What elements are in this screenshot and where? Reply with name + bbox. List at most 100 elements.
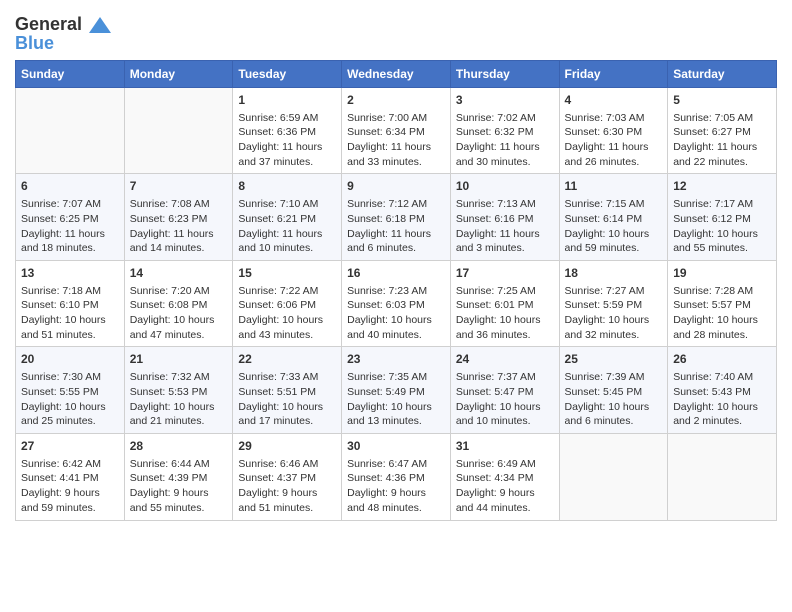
day-number: 20 xyxy=(21,351,119,368)
logo-blue: Blue xyxy=(15,33,111,54)
day-number: 4 xyxy=(565,92,663,109)
calendar-cell: 21 Sunrise: 7:32 AM Sunset: 5:53 PM Dayli… xyxy=(124,347,233,434)
day-number: 18 xyxy=(565,265,663,282)
day-number: 28 xyxy=(130,438,228,455)
day-number: 31 xyxy=(456,438,554,455)
day-info: Sunrise: 7:13 AM Sunset: 6:16 PM Dayligh… xyxy=(456,197,554,256)
column-header-tuesday: Tuesday xyxy=(233,60,342,87)
day-info: Sunrise: 7:32 AM Sunset: 5:53 PM Dayligh… xyxy=(130,370,228,429)
calendar-cell: 29 Sunrise: 6:46 AM Sunset: 4:37 PM Dayli… xyxy=(233,433,342,520)
day-info: Sunrise: 7:33 AM Sunset: 5:51 PM Dayligh… xyxy=(238,370,336,429)
calendar-cell: 30 Sunrise: 6:47 AM Sunset: 4:36 PM Dayli… xyxy=(342,433,451,520)
day-info: Sunrise: 7:22 AM Sunset: 6:06 PM Dayligh… xyxy=(238,284,336,343)
calendar-cell xyxy=(668,433,777,520)
calendar-cell: 3 Sunrise: 7:02 AM Sunset: 6:32 PM Daylig… xyxy=(450,87,559,174)
day-info: Sunrise: 7:20 AM Sunset: 6:08 PM Dayligh… xyxy=(130,284,228,343)
day-info: Sunrise: 7:35 AM Sunset: 5:49 PM Dayligh… xyxy=(347,370,445,429)
calendar-cell: 27Sunrise: 6:42 AM Sunset: 4:41 PM Dayli… xyxy=(16,433,125,520)
calendar-cell: 23 Sunrise: 7:35 AM Sunset: 5:49 PM Dayli… xyxy=(342,347,451,434)
day-number: 30 xyxy=(347,438,445,455)
calendar-cell: 7Sunrise: 7:08 AM Sunset: 6:23 PM Daylig… xyxy=(124,174,233,261)
day-info: Sunrise: 7:07 AM Sunset: 6:25 PM Dayligh… xyxy=(21,197,119,256)
day-number: 22 xyxy=(238,351,336,368)
calendar-cell: 4 Sunrise: 7:03 AM Sunset: 6:30 PM Daylig… xyxy=(559,87,668,174)
calendar-cell: 19 Sunrise: 7:28 AM Sunset: 5:57 PM Dayli… xyxy=(668,260,777,347)
logo-text: General xyxy=(15,15,111,35)
day-number: 23 xyxy=(347,351,445,368)
day-number: 11 xyxy=(565,178,663,195)
calendar-cell: 14 Sunrise: 7:20 AM Sunset: 6:08 PM Dayli… xyxy=(124,260,233,347)
calendar-cell: 6 Sunrise: 7:07 AM Sunset: 6:25 PM Daylig… xyxy=(16,174,125,261)
day-info: Sunrise: 7:39 AM Sunset: 5:45 PM Dayligh… xyxy=(565,370,663,429)
day-number: 9 xyxy=(347,178,445,195)
calendar-cell: 25 Sunrise: 7:39 AM Sunset: 5:45 PM Dayli… xyxy=(559,347,668,434)
calendar-cell xyxy=(559,433,668,520)
day-number: 5 xyxy=(673,92,771,109)
day-number: 16 xyxy=(347,265,445,282)
day-info: Sunrise: 7:28 AM Sunset: 5:57 PM Dayligh… xyxy=(673,284,771,343)
calendar-cell: 8 Sunrise: 7:10 AM Sunset: 6:21 PM Daylig… xyxy=(233,174,342,261)
column-header-saturday: Saturday xyxy=(668,60,777,87)
day-info: Sunrise: 6:44 AM Sunset: 4:39 PM Dayligh… xyxy=(130,457,228,516)
calendar-cell: 24Sunrise: 7:37 AM Sunset: 5:47 PM Dayli… xyxy=(450,347,559,434)
day-number: 29 xyxy=(238,438,336,455)
calendar-cell: 12 Sunrise: 7:17 AM Sunset: 6:12 PM Dayli… xyxy=(668,174,777,261)
calendar-cell: 20 Sunrise: 7:30 AM Sunset: 5:55 PM Dayli… xyxy=(16,347,125,434)
calendar-cell: 26 Sunrise: 7:40 AM Sunset: 5:43 PM Dayli… xyxy=(668,347,777,434)
day-info: Sunrise: 7:17 AM Sunset: 6:12 PM Dayligh… xyxy=(673,197,771,256)
day-number: 21 xyxy=(130,351,228,368)
calendar-cell: 28 Sunrise: 6:44 AM Sunset: 4:39 PM Dayli… xyxy=(124,433,233,520)
calendar-cell xyxy=(16,87,125,174)
calendar-cell: 18 Sunrise: 7:27 AM Sunset: 5:59 PM Dayli… xyxy=(559,260,668,347)
day-number: 19 xyxy=(673,265,771,282)
day-info: Sunrise: 7:15 AM Sunset: 6:14 PM Dayligh… xyxy=(565,197,663,256)
column-header-friday: Friday xyxy=(559,60,668,87)
day-info: Sunrise: 7:30 AM Sunset: 5:55 PM Dayligh… xyxy=(21,370,119,429)
day-number: 15 xyxy=(238,265,336,282)
calendar-cell: 17Sunrise: 7:25 AM Sunset: 6:01 PM Dayli… xyxy=(450,260,559,347)
day-number: 12 xyxy=(673,178,771,195)
calendar-cell xyxy=(124,87,233,174)
column-header-monday: Monday xyxy=(124,60,233,87)
day-info: Sunrise: 6:47 AM Sunset: 4:36 PM Dayligh… xyxy=(347,457,445,516)
day-info: Sunrise: 7:02 AM Sunset: 6:32 PM Dayligh… xyxy=(456,111,554,170)
day-info: Sunrise: 7:40 AM Sunset: 5:43 PM Dayligh… xyxy=(673,370,771,429)
calendar-cell: 13 Sunrise: 7:18 AM Sunset: 6:10 PM Dayli… xyxy=(16,260,125,347)
day-info: Sunrise: 7:18 AM Sunset: 6:10 PM Dayligh… xyxy=(21,284,119,343)
calendar-cell: 5 Sunrise: 7:05 AM Sunset: 6:27 PM Daylig… xyxy=(668,87,777,174)
day-info: Sunrise: 7:03 AM Sunset: 6:30 PM Dayligh… xyxy=(565,111,663,170)
day-number: 2 xyxy=(347,92,445,109)
day-info: Sunrise: 7:10 AM Sunset: 6:21 PM Dayligh… xyxy=(238,197,336,256)
column-header-wednesday: Wednesday xyxy=(342,60,451,87)
day-info: Sunrise: 6:46 AM Sunset: 4:37 PM Dayligh… xyxy=(238,457,336,516)
day-number: 1 xyxy=(238,92,336,109)
calendar-cell: 1 Sunrise: 6:59 AM Sunset: 6:36 PM Daylig… xyxy=(233,87,342,174)
header: General Blue xyxy=(15,10,777,54)
calendar-cell: 22 Sunrise: 7:33 AM Sunset: 5:51 PM Dayli… xyxy=(233,347,342,434)
calendar-cell: 2 Sunrise: 7:00 AM Sunset: 6:34 PM Daylig… xyxy=(342,87,451,174)
day-info: Sunrise: 7:12 AM Sunset: 6:18 PM Dayligh… xyxy=(347,197,445,256)
column-header-sunday: Sunday xyxy=(16,60,125,87)
day-number: 24 xyxy=(456,351,554,368)
day-number: 26 xyxy=(673,351,771,368)
day-number: 14 xyxy=(130,265,228,282)
day-info: Sunrise: 7:27 AM Sunset: 5:59 PM Dayligh… xyxy=(565,284,663,343)
day-number: 6 xyxy=(21,178,119,195)
column-header-thursday: Thursday xyxy=(450,60,559,87)
calendar-cell: 16Sunrise: 7:23 AM Sunset: 6:03 PM Dayli… xyxy=(342,260,451,347)
day-number: 3 xyxy=(456,92,554,109)
day-info: Sunrise: 7:08 AM Sunset: 6:23 PM Dayligh… xyxy=(130,197,228,256)
calendar-table: SundayMondayTuesdayWednesdayThursdayFrid… xyxy=(15,60,777,521)
day-info: Sunrise: 7:00 AM Sunset: 6:34 PM Dayligh… xyxy=(347,111,445,170)
day-number: 8 xyxy=(238,178,336,195)
logo: General Blue xyxy=(15,10,111,54)
day-number: 17 xyxy=(456,265,554,282)
day-number: 13 xyxy=(21,265,119,282)
calendar-cell: 11 Sunrise: 7:15 AM Sunset: 6:14 PM Dayli… xyxy=(559,174,668,261)
calendar-cell: 9 Sunrise: 7:12 AM Sunset: 6:18 PM Daylig… xyxy=(342,174,451,261)
calendar-cell: 10Sunrise: 7:13 AM Sunset: 6:16 PM Dayli… xyxy=(450,174,559,261)
day-number: 25 xyxy=(565,351,663,368)
day-info: Sunrise: 6:59 AM Sunset: 6:36 PM Dayligh… xyxy=(238,111,336,170)
day-info: Sunrise: 7:05 AM Sunset: 6:27 PM Dayligh… xyxy=(673,111,771,170)
day-info: Sunrise: 6:42 AM Sunset: 4:41 PM Dayligh… xyxy=(21,457,119,516)
